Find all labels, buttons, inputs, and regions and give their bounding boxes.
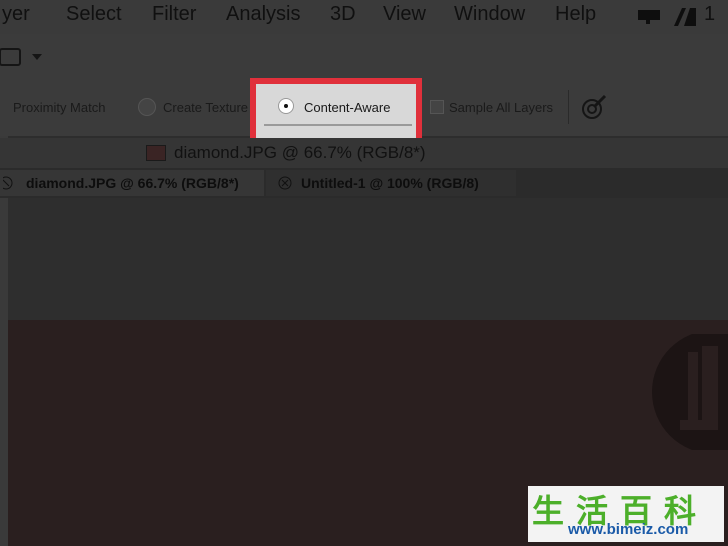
menu-select[interactable]: Select bbox=[66, 3, 122, 26]
tool-preset-picker[interactable] bbox=[0, 46, 50, 68]
proximity-match-label[interactable]: Proximity Match bbox=[13, 100, 105, 115]
sample-all-layers-label[interactable]: Sample All Layers bbox=[449, 100, 553, 115]
content-aware-label[interactable]: Content-Aware bbox=[304, 100, 390, 115]
document-title-row: diamond.JPG @ 66.7% (RGB/8*) bbox=[0, 138, 728, 168]
menu-filter[interactable]: Filter bbox=[152, 3, 196, 26]
menu-window[interactable]: Window bbox=[454, 3, 525, 26]
tool-preset-row bbox=[0, 34, 728, 81]
menu-help[interactable]: Help bbox=[555, 3, 596, 26]
adobe-icon bbox=[674, 8, 696, 26]
create-texture-label[interactable]: Create Texture bbox=[163, 100, 248, 115]
creative-cloud-icon[interactable] bbox=[636, 8, 664, 26]
menu-analysis[interactable]: Analysis bbox=[226, 3, 300, 26]
menu-view[interactable]: View bbox=[383, 3, 426, 26]
tab-untitled-label[interactable]: Untitled-1 @ 100% (RGB/8) bbox=[301, 170, 479, 196]
canvas-pasteboard bbox=[8, 198, 728, 320]
pressure-brush-icon[interactable] bbox=[580, 94, 608, 120]
watermark-url: www.bimeiz.com bbox=[568, 521, 689, 538]
chevron-down-icon bbox=[32, 54, 42, 60]
menu-3d[interactable]: 3D bbox=[330, 3, 356, 26]
sample-all-layers-checkbox[interactable] bbox=[430, 100, 444, 114]
document-title: diamond.JPG @ 66.7% (RGB/8*) bbox=[174, 143, 426, 162]
menu-bar: yer Select Filter Analysis 3D View Windo… bbox=[0, 0, 728, 34]
divider bbox=[568, 90, 569, 124]
tab-diamond-label[interactable]: diamond.JPG @ 66.7% (RGB/8*) bbox=[26, 170, 239, 196]
highlight-underline bbox=[264, 124, 412, 126]
close-icon[interactable] bbox=[3, 175, 17, 191]
radio-dot-icon bbox=[284, 104, 288, 108]
content-aware-radio[interactable] bbox=[278, 98, 294, 114]
watermark: 生活百科 www.bimeiz.com bbox=[528, 486, 724, 542]
menubar-right-text: 1 bbox=[704, 3, 716, 25]
create-texture-radio[interactable] bbox=[138, 98, 156, 116]
document-thumbnail-icon bbox=[146, 145, 166, 161]
logo-emblem-icon bbox=[652, 334, 728, 450]
menu-layer[interactable]: yer bbox=[2, 3, 30, 26]
close-icon[interactable] bbox=[277, 175, 293, 191]
